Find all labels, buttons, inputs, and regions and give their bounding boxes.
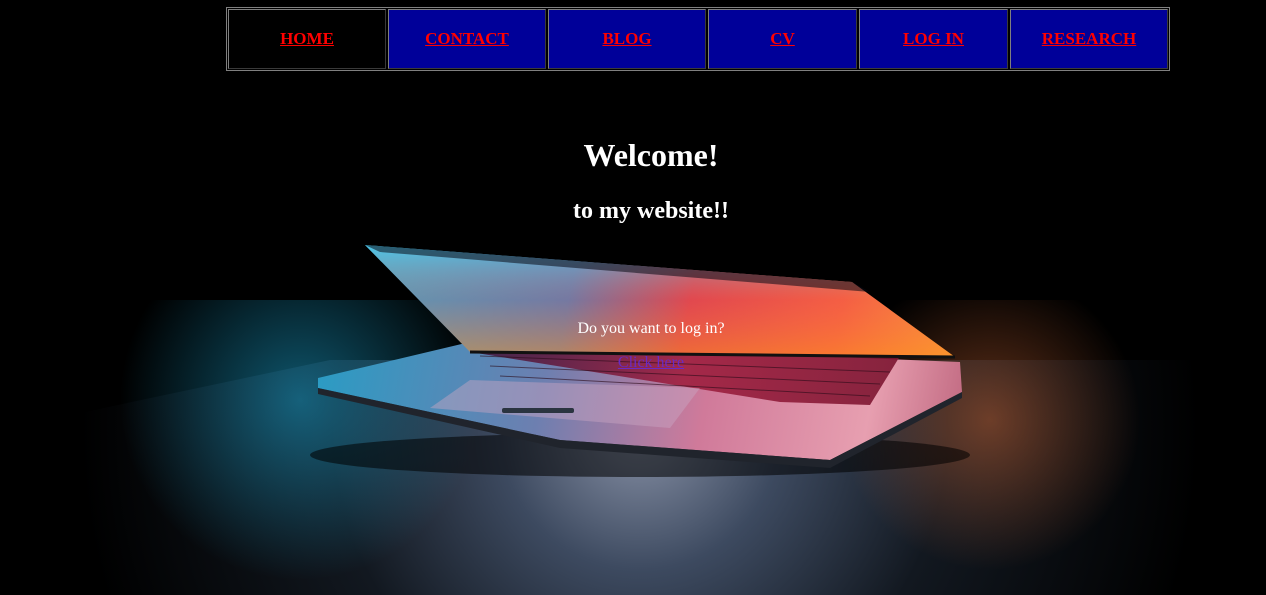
nav-cell-home: HOME: [228, 9, 386, 69]
main-nav: HOME CONTACT BLOG CV LOG IN RESEARCH: [226, 7, 1170, 71]
login-link[interactable]: Click here: [618, 354, 684, 371]
welcome-heading: Welcome!: [583, 137, 719, 173]
nav-cell-cv: CV: [708, 9, 857, 69]
nav-link-cv[interactable]: CV: [770, 29, 795, 49]
page: HOME CONTACT BLOG CV LOG IN RESEARCH Wel…: [0, 0, 1266, 595]
nav-cell-blog: BLOG: [548, 9, 706, 69]
nav-cell-log-in: LOG IN: [859, 9, 1008, 69]
nav-link-research[interactable]: RESEARCH: [1042, 29, 1136, 49]
nav-link-blog[interactable]: BLOG: [602, 29, 651, 49]
login-link-container: Click here: [0, 354, 1266, 372]
nav-link-contact[interactable]: CONTACT: [425, 29, 509, 49]
nav-cell-research: RESEARCH: [1010, 9, 1168, 69]
nav-cell-contact: CONTACT: [388, 9, 546, 69]
nav-link-log-in[interactable]: LOG IN: [903, 29, 964, 49]
nav-link-home[interactable]: HOME: [280, 29, 334, 49]
login-question: Do you want to log in?: [577, 320, 725, 337]
background-laptop-image: [0, 0, 1266, 595]
welcome-subtitle: to my website!!: [573, 198, 729, 224]
